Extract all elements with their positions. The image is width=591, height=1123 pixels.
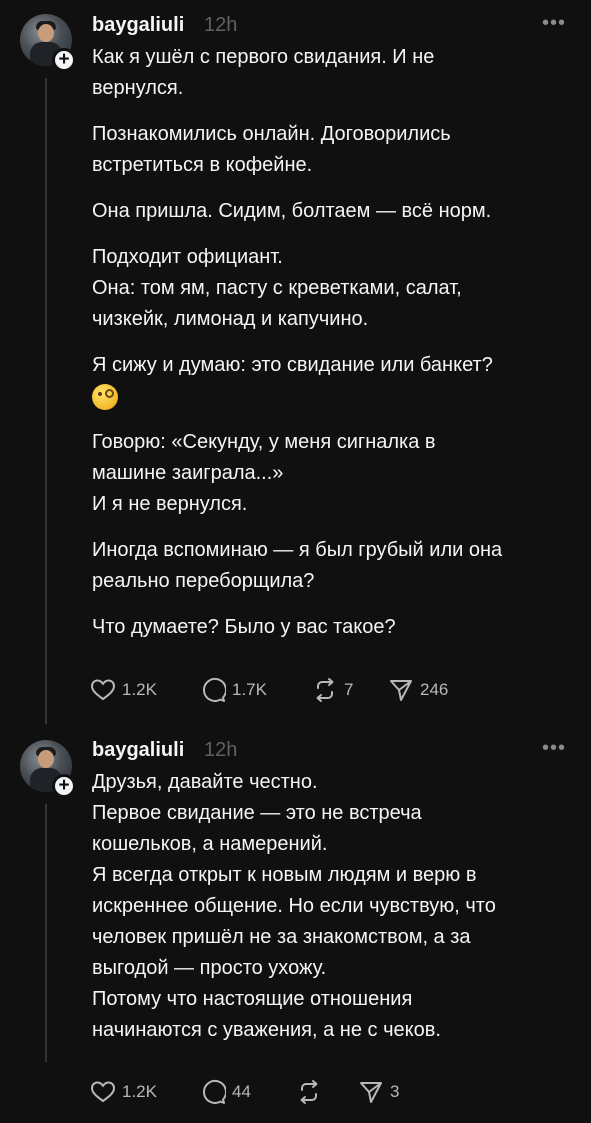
text-line: вернулся. xyxy=(92,77,184,99)
text-line: выгодой — просто ухожу. xyxy=(92,957,327,979)
text-line: начинаются с уважения, а не с чеков. xyxy=(92,1019,441,1041)
thread-line xyxy=(45,78,47,724)
text-line: И я не вернулся. xyxy=(92,493,248,515)
more-options-icon[interactable]: ••• xyxy=(542,737,566,760)
text-line: Первое свидание — это не встреча xyxy=(92,802,422,824)
comment-count: 1.7K xyxy=(232,680,267,699)
text-line: Я всегда открыт к новым людям и верю в xyxy=(92,864,477,886)
text-line: Потому что настоящие отношения xyxy=(92,988,413,1010)
repost-button[interactable] xyxy=(296,1077,328,1107)
text-line: искреннее общение. Но если чувствую, что xyxy=(92,895,496,917)
text-line: чизкейк, лимонад и капучино. xyxy=(92,308,369,330)
post-text: Как я ушёл с первого свидания. И не верн… xyxy=(92,42,572,643)
text-line: человек пришёл не за знакомством, а за xyxy=(92,926,471,948)
follow-plus-icon[interactable]: + xyxy=(52,774,76,798)
text-line: Она: том ям, пасту с креветками, салат, xyxy=(92,277,462,299)
share-button[interactable]: 3 xyxy=(358,1077,399,1107)
text-line: Познакомились онлайн. Договорились xyxy=(92,123,451,145)
text-line: реально переборщила? xyxy=(92,570,315,592)
text-line: Говорю: «Секунду, у меня сигналка в xyxy=(92,431,436,453)
heart-icon xyxy=(90,679,116,701)
text-line: Подходит официант. xyxy=(92,246,283,268)
text-line: Я сижу и думаю: это свидание или банкет? xyxy=(92,354,493,376)
repost-icon xyxy=(300,1080,318,1104)
send-icon xyxy=(390,680,412,701)
follow-plus-icon[interactable]: + xyxy=(52,48,76,72)
text-line: Иногда вспоминаю — я был грубый или она xyxy=(92,539,503,561)
repost-icon xyxy=(316,678,334,702)
thread-line xyxy=(45,804,47,1062)
repost-count: 7 xyxy=(344,680,354,699)
share-button[interactable]: 246 xyxy=(388,675,448,705)
comment-count: 44 xyxy=(232,1082,251,1101)
like-count: 1.2K xyxy=(122,1082,157,1101)
like-button[interactable]: 1.2K xyxy=(90,675,157,705)
text-line: машине заиграла...» xyxy=(92,462,284,484)
text-line: Она пришла. Сидим, болтаем — всё норм. xyxy=(92,200,492,222)
share-count: 246 xyxy=(420,680,449,699)
username[interactable]: baygaliuli xyxy=(92,739,184,762)
face-with-monocle-icon xyxy=(92,383,118,410)
text-line: Как я ушёл с первого свидания. И не xyxy=(92,46,435,68)
post-text: Друзья, давайте честно. Первое свидание … xyxy=(92,767,572,1046)
text-line: кошельков, а намерений. xyxy=(92,833,328,855)
comment-icon xyxy=(203,678,226,702)
text-line: Друзья, давайте честно. xyxy=(92,771,318,793)
comment-button[interactable]: 1.7K xyxy=(200,675,267,705)
more-options-icon[interactable]: ••• xyxy=(542,12,566,35)
text-line: встретиться в кофейне. xyxy=(92,154,313,176)
send-icon xyxy=(360,1082,382,1103)
heart-icon xyxy=(90,1081,116,1103)
repost-button[interactable]: 7 xyxy=(312,675,353,705)
like-count: 1.2K xyxy=(122,680,157,699)
username[interactable]: baygaliuli xyxy=(92,14,184,37)
comment-icon xyxy=(203,1080,226,1104)
like-button[interactable]: 1.2K xyxy=(90,1077,157,1107)
share-count: 3 xyxy=(390,1082,400,1101)
timestamp: 12h xyxy=(204,739,238,761)
text-line: Что думаете? Было у вас такое? xyxy=(92,616,396,638)
comment-button[interactable]: 44 xyxy=(200,1077,251,1107)
timestamp: 12h xyxy=(204,14,238,36)
